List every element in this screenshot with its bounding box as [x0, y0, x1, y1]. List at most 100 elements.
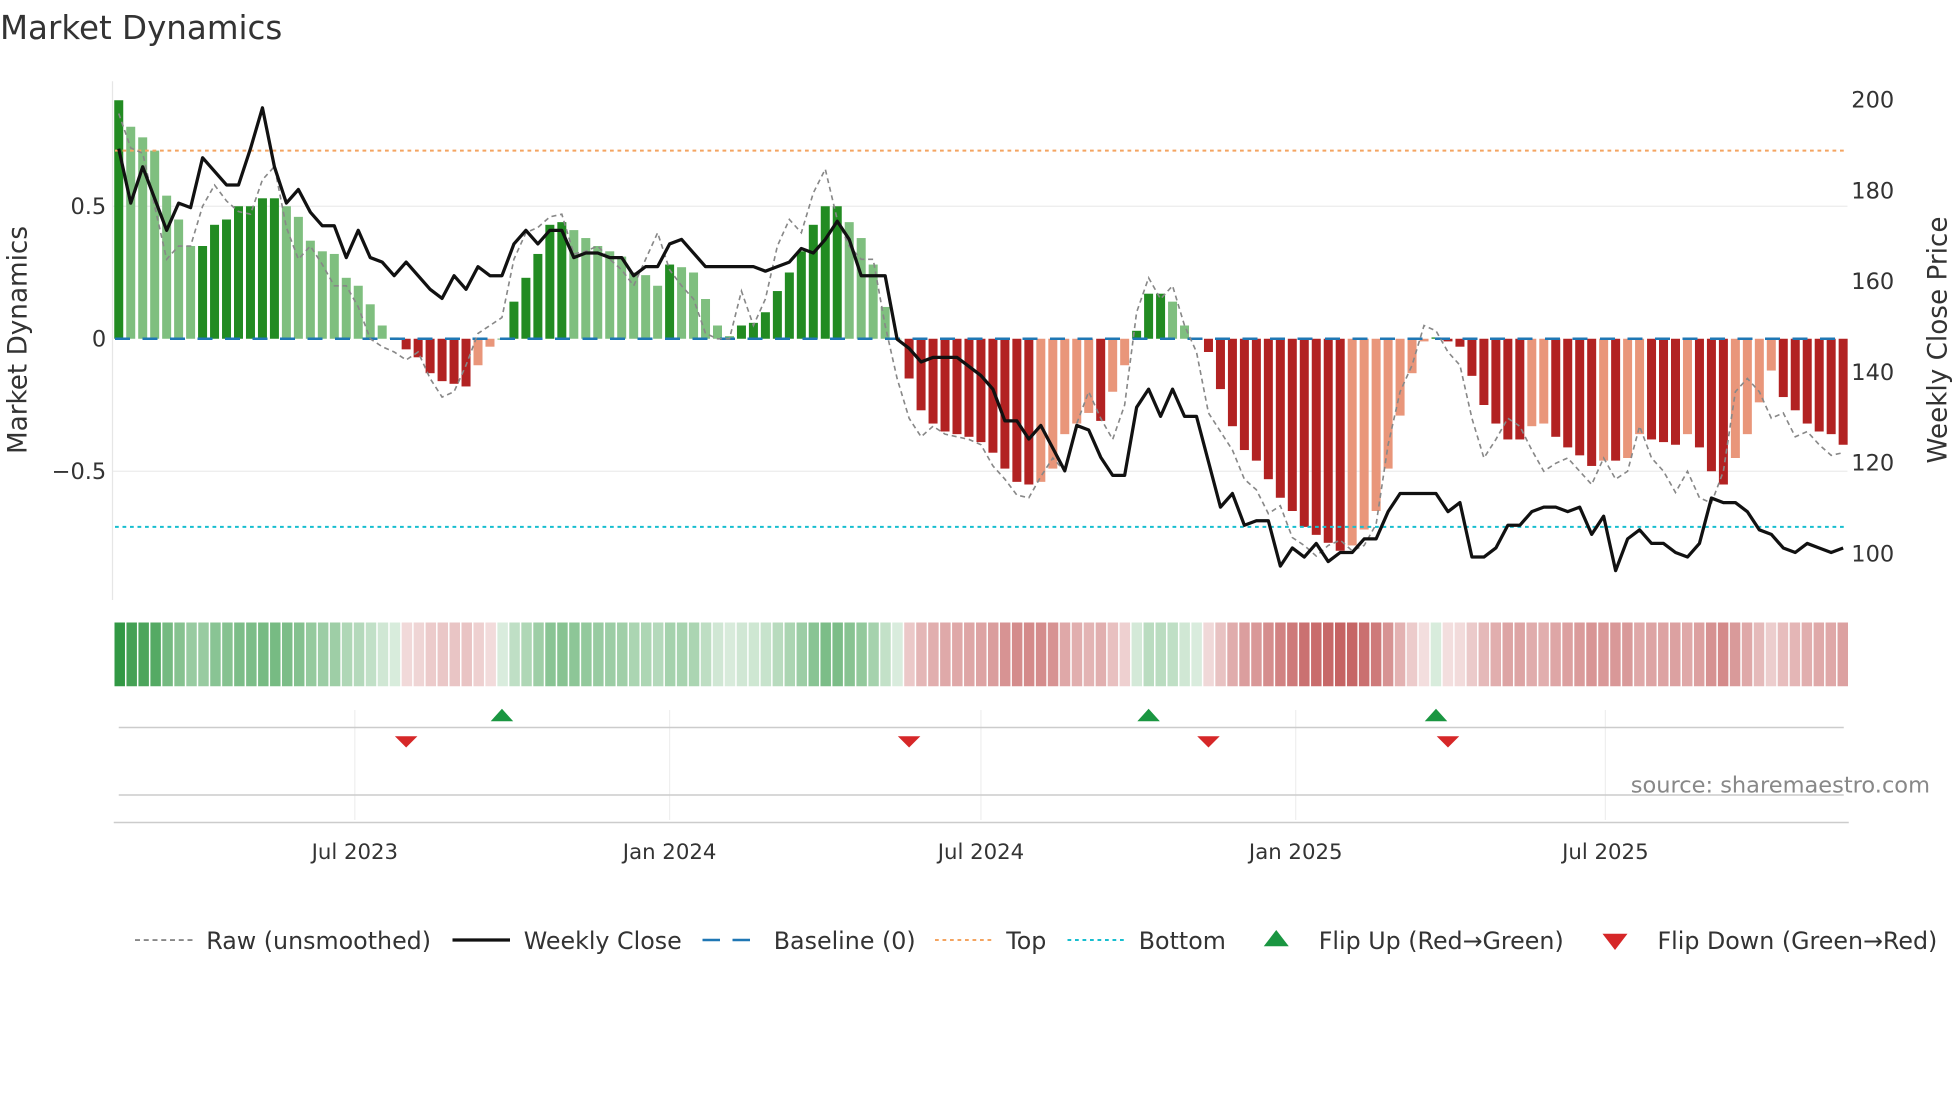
regime-cell — [1753, 622, 1765, 687]
regime-cell — [557, 622, 568, 687]
regime-cell — [317, 622, 329, 687]
legend-label: Weekly Close — [524, 927, 682, 955]
momentum-bar — [126, 126, 136, 339]
regime-cell — [545, 622, 556, 687]
regime-cell — [1526, 622, 1537, 687]
y-tick-label: 0.5 — [70, 194, 106, 220]
regime-cell — [904, 622, 915, 687]
regime-cell — [796, 622, 808, 687]
regime-cell — [521, 622, 532, 687]
regime-cell — [652, 622, 664, 687]
momentum-bar — [198, 246, 208, 339]
momentum-bar — [1730, 338, 1740, 458]
momentum-bar — [222, 219, 232, 339]
momentum-bar — [1718, 338, 1728, 485]
momentum-bar — [1060, 338, 1070, 435]
regime-cell — [198, 622, 209, 687]
regime-cell — [425, 622, 437, 687]
momentum-bar — [880, 306, 890, 339]
x-tick-label: Jul 2025 — [1560, 840, 1648, 865]
regime-cell — [413, 622, 425, 687]
momentum-bar — [1251, 338, 1261, 461]
y2-tick-label: 120 — [1851, 451, 1894, 477]
regime-cell — [162, 622, 173, 687]
regime-cell — [1346, 622, 1358, 687]
regime-cell — [1454, 622, 1466, 687]
regime-cell — [341, 622, 353, 687]
regime-cell — [1670, 622, 1681, 687]
momentum-bar — [772, 291, 782, 339]
regime-cell — [1275, 622, 1286, 687]
momentum-bar — [964, 338, 974, 437]
regime-cell — [1741, 622, 1753, 687]
raw-line — [117, 113, 1844, 558]
regime-cell — [210, 622, 221, 687]
regime-cell — [1323, 622, 1334, 687]
flip-up-marker — [1424, 708, 1448, 722]
regime-cell — [186, 622, 197, 687]
regime-cell — [1681, 622, 1693, 687]
momentum-bar — [1706, 338, 1716, 472]
momentum-bar — [605, 251, 615, 339]
regime-cell — [629, 622, 640, 687]
regime-cell — [1574, 622, 1585, 687]
regime-cell — [1191, 622, 1202, 687]
momentum-bar — [365, 304, 375, 339]
regime-cell — [688, 622, 700, 687]
regime-cell — [724, 622, 736, 687]
momentum-bar — [461, 338, 471, 387]
regime-cell — [437, 622, 449, 687]
momentum-bar — [329, 253, 339, 339]
legend-label: Flip Up (Red→Green) — [1319, 927, 1564, 955]
regime-cell — [1035, 622, 1047, 687]
regime-cell — [497, 622, 508, 687]
momentum-bar — [293, 216, 303, 339]
regime-cell — [1370, 622, 1382, 687]
regime-cell — [808, 622, 819, 687]
momentum-bar — [1383, 338, 1393, 469]
regime-cell — [712, 622, 724, 687]
regime-cell — [305, 622, 317, 687]
momentum-bar — [1084, 338, 1094, 413]
regime-cell — [1502, 622, 1513, 687]
momentum-bar — [952, 338, 962, 435]
y-tick-label: −0.5 — [52, 459, 107, 485]
regime-cell — [772, 622, 784, 687]
regime-cell — [1107, 622, 1119, 687]
momentum-bar — [425, 338, 435, 374]
regime-cell — [1418, 622, 1430, 687]
regime-cell — [258, 622, 269, 687]
momentum-bar — [1623, 338, 1633, 458]
regime-cell — [1263, 622, 1274, 687]
regime-cell — [138, 622, 149, 687]
momentum-bar — [545, 224, 555, 339]
regime-cell — [365, 622, 377, 687]
regime-cell — [605, 622, 616, 687]
regime-cell — [1358, 622, 1370, 687]
regime-cell — [940, 622, 951, 687]
regime-cell — [844, 622, 855, 687]
x-tick-label: Jan 2024 — [621, 840, 717, 865]
regime-cell — [569, 622, 580, 687]
momentum-bar — [1659, 338, 1669, 443]
regime-cell — [1095, 622, 1107, 687]
momentum-bar — [1587, 338, 1597, 466]
regime-cell — [1442, 622, 1454, 687]
regime-cell — [748, 622, 760, 687]
y2-tick-label: 180 — [1851, 178, 1894, 204]
regime-cell — [1646, 622, 1657, 687]
regime-cell — [1813, 622, 1825, 687]
momentum-bar — [1766, 338, 1776, 371]
right-axis: 100 120 140 160 180 200 — [1851, 88, 1894, 568]
momentum-bar — [1024, 338, 1034, 485]
momentum-bar — [1203, 338, 1213, 353]
regime-cell — [987, 622, 999, 687]
regime-cell — [976, 622, 987, 687]
regime-cell — [1047, 622, 1059, 687]
momentum-bar — [305, 240, 315, 339]
momentum-bar — [377, 325, 387, 339]
momentum-bar — [1287, 338, 1297, 511]
regime-cell — [1789, 622, 1801, 687]
momentum-bar — [1359, 338, 1369, 530]
regime-cell — [1837, 622, 1848, 687]
